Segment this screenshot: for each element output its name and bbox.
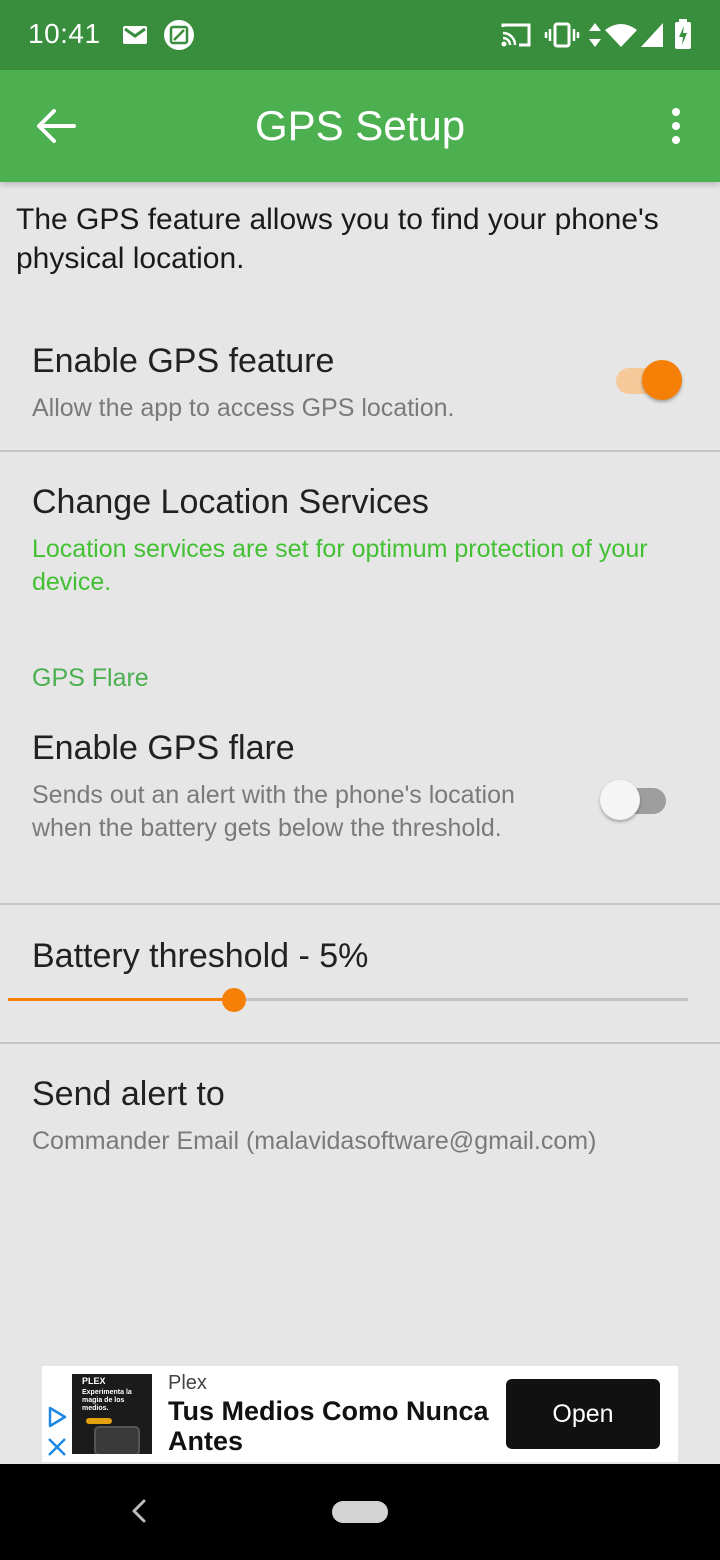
- divider: [0, 450, 720, 452]
- cast-icon: [501, 23, 531, 47]
- switch-thumb: [600, 780, 640, 820]
- send-alert-title: Send alert to: [32, 1075, 225, 1113]
- app-bar: GPS Setup: [0, 70, 720, 182]
- ad-open-button[interactable]: Open: [506, 1379, 660, 1449]
- ad-image[interactable]: PLEX Experimenta la magia de los medios.: [72, 1374, 152, 1454]
- close-icon[interactable]: [46, 1436, 68, 1458]
- battery-threshold-title: Battery threshold - 5%: [32, 937, 369, 975]
- wifi-icon: [605, 24, 637, 47]
- ad-headline[interactable]: Tus Medios Como Nunca Antes: [168, 1396, 498, 1456]
- ad-banner[interactable]: PLEX Experimenta la magia de los medios.…: [42, 1366, 678, 1462]
- status-time: 10:41: [28, 18, 101, 49]
- nav-back-icon[interactable]: [128, 1496, 150, 1526]
- screenshot-icon: [164, 20, 194, 50]
- battery-charging-icon: [675, 19, 691, 49]
- divider: [0, 1042, 720, 1044]
- slider-fill: [8, 998, 234, 1001]
- ad-image-tagline: Experimenta la magia de los medios.: [82, 1389, 132, 1412]
- enable-flare-switch[interactable]: [600, 779, 670, 821]
- more-vert-icon[interactable]: [660, 106, 692, 146]
- ad-advertiser: Plex: [168, 1372, 207, 1394]
- switch-thumb: [642, 360, 682, 400]
- vibrate-icon: [544, 22, 580, 48]
- enable-flare-summary: Sends out an alert with the phone's loca…: [32, 781, 515, 842]
- location-services-status: Location services are set for optimum pr…: [32, 535, 648, 596]
- signal-icon: [641, 23, 663, 47]
- enable-gps-summary: Allow the app to access GPS location.: [32, 394, 455, 422]
- page-title: GPS Setup: [254, 102, 466, 149]
- ad-image-pill: [86, 1418, 112, 1424]
- enable-flare-title: Enable GPS flare: [32, 729, 295, 767]
- ad-image-phone: [94, 1426, 140, 1454]
- ad-image-brand: PLEX: [82, 1376, 106, 1386]
- status-bar: 10:41: [0, 0, 720, 70]
- home-pill[interactable]: [332, 1501, 388, 1523]
- gps-flare-header: GPS Flare: [32, 664, 149, 692]
- enable-gps-switch[interactable]: [612, 359, 682, 401]
- adchoices-icon[interactable]: [46, 1406, 68, 1428]
- send-alert-summary: Commander Email (malavidasoftware@gmail.…: [32, 1127, 597, 1155]
- location-services-title: Change Location Services: [32, 483, 429, 521]
- divider: [0, 903, 720, 905]
- navigation-bar: [0, 1464, 720, 1560]
- enable-gps-title: Enable GPS feature: [32, 342, 335, 380]
- battery-threshold-slider[interactable]: [8, 985, 688, 1015]
- slider-knob[interactable]: [222, 988, 246, 1012]
- intro-text: The GPS feature allows you to find your …: [16, 203, 659, 275]
- data-arrows-icon: [589, 23, 601, 47]
- gmail-icon: [123, 26, 147, 44]
